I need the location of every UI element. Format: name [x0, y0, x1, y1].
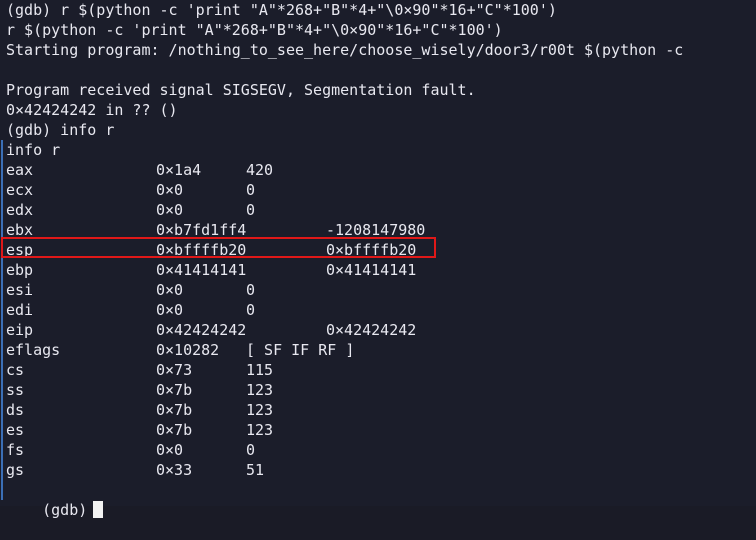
register-value: 0 [246, 441, 256, 459]
register-hex: 0×41414141 [156, 261, 247, 279]
register-name: esi [6, 281, 34, 299]
register-value: 123 [246, 381, 274, 399]
register-name: eip [6, 321, 34, 339]
register-value: 0 [246, 181, 256, 199]
register-name: cs [6, 361, 25, 379]
register-value: 115 [246, 361, 274, 379]
register-name: edi [6, 301, 34, 319]
register-name: ds [6, 401, 25, 419]
register-hex: 0×73 [156, 361, 193, 379]
register-value: 420 [246, 161, 274, 179]
register-name: gs [6, 461, 25, 479]
gdb-prompt-line[interactable]: (gdb) [6, 480, 104, 519]
register-hex: 0×7b [156, 421, 193, 439]
register-hex: 0×0 [156, 441, 184, 459]
register-hex: 0×0 [156, 301, 184, 319]
terminal-line: (gdb) r $(python -c 'print "A"*268+"B"*4… [6, 1, 557, 19]
register-name: ebp [6, 261, 34, 279]
register-name: edx [6, 201, 34, 219]
selection-gutter [1, 140, 3, 500]
register-name: ss [6, 381, 25, 399]
register-hex: 0×10282 [156, 341, 220, 359]
gdb-prompt: (gdb) [42, 501, 88, 519]
register-value: [ SF IF RF ] [246, 341, 355, 359]
register-value: 0 [246, 201, 256, 219]
register-name: ecx [6, 181, 34, 199]
register-value: 0 [246, 281, 256, 299]
register-hex: 0×1a4 [156, 161, 202, 179]
terminal-line: Starting program: /nothing_to_see_here/c… [6, 41, 684, 59]
terminal-line: r $(python -c 'print "A"*268+"B"*4+"\0×9… [6, 21, 503, 39]
terminal-line: Program received signal SIGSEGV, Segment… [6, 81, 476, 99]
register-name: es [6, 421, 25, 439]
register-value: 123 [246, 421, 274, 439]
register-value: 0×42424242 [326, 321, 417, 339]
register-name: eflags [6, 341, 61, 359]
terminal-window[interactable]: (gdb) r $(python -c 'print "A"*268+"B"*4… [0, 0, 756, 519]
register-hex: 0×7b [156, 401, 193, 419]
register-hex: 0×7b [156, 381, 193, 399]
register-value: 0×41414141 [326, 261, 417, 279]
register-value: 123 [246, 401, 274, 419]
register-value: 51 [246, 461, 265, 479]
cursor-block [93, 501, 104, 518]
register-hex: 0×0 [156, 181, 184, 199]
register-hex: 0×0 [156, 281, 184, 299]
register-name: fs [6, 441, 25, 459]
esp-highlight-box [1, 237, 436, 258]
register-name: eax [6, 161, 34, 179]
terminal-line: (gdb) info r [6, 121, 115, 139]
register-hex: 0×0 [156, 201, 184, 219]
register-value: 0 [246, 301, 256, 319]
register-hex: 0×33 [156, 461, 193, 479]
terminal-line: 0×42424242 in ?? () [6, 101, 178, 119]
terminal-line: info r [6, 141, 61, 159]
register-hex: 0×42424242 [156, 321, 247, 339]
